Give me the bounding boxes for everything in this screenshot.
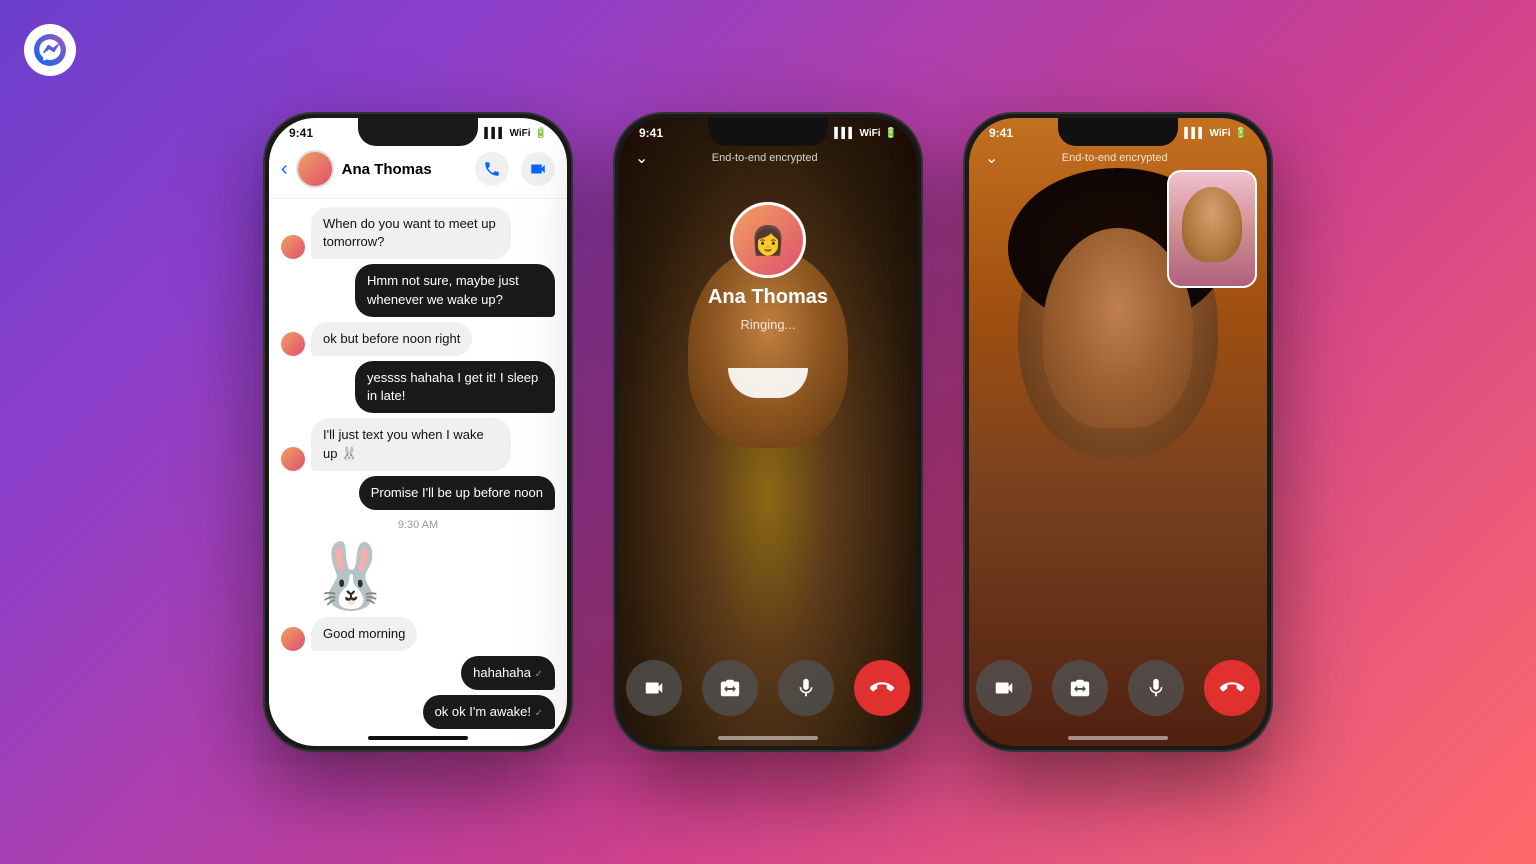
msg-row: Promise I'll be up before noon <box>281 476 555 510</box>
msg-bubble: yessss hahaha I get it! I sleep in late! <box>355 361 555 413</box>
time-active: 9:41 <box>989 126 1013 140</box>
msg-row: Hmm not sure, maybe just whenever we wak… <box>281 264 555 316</box>
avatar <box>281 447 305 471</box>
home-indicator <box>1068 736 1168 740</box>
sticker-container: 🐰 <box>281 540 555 612</box>
status-icons-chat: ▌▌▌ WiFi 🔋 <box>484 128 547 139</box>
call-header: ⌄ End-to-end encrypted <box>619 144 917 172</box>
time-call: 9:41 <box>639 126 663 140</box>
e2e-label-active: End-to-end encrypted <box>1006 152 1223 164</box>
call-controls <box>619 660 917 716</box>
msg-row: hahahaha ✓ <box>281 656 555 690</box>
msg-bubble: Promise I'll be up before noon <box>359 476 555 510</box>
e2e-label: End-to-end encrypted <box>656 152 873 164</box>
video-toggle-button[interactable] <box>626 660 682 716</box>
phones-container: 9:41 ▌▌▌ WiFi 🔋 ‹ Ana Thomas <box>0 0 1536 864</box>
time-chat: 9:41 <box>289 126 313 140</box>
msg-bubble: I'll just text you when I wake up 🐰 <box>311 418 511 470</box>
voice-call-button[interactable] <box>475 152 509 186</box>
avatar <box>281 627 305 651</box>
msg-bubble: Good morning <box>311 617 417 651</box>
back-button[interactable]: ‹ <box>281 158 288 181</box>
video-toggle-button-active[interactable] <box>976 660 1032 716</box>
msg-row: ok ok I'm awake! ✓ <box>281 695 555 729</box>
flip-camera-button[interactable] <box>702 660 758 716</box>
msg-row: Good morning <box>281 617 555 651</box>
sticker: 🐰 <box>311 544 391 608</box>
mute-button[interactable] <box>778 660 834 716</box>
msg-bubble: ok ok I'm awake! ✓ <box>423 695 555 729</box>
msg-bubble: Hmm not sure, maybe just whenever we wak… <box>355 264 555 316</box>
avatar <box>281 332 305 356</box>
msg-row: When do you want to meet up tomorrow? <box>281 207 555 259</box>
end-call-button[interactable] <box>854 660 910 716</box>
msg-bubble: When do you want to meet up tomorrow? <box>311 207 511 259</box>
video-call-button[interactable] <box>521 152 555 186</box>
notch <box>358 118 478 146</box>
home-indicator <box>368 736 468 740</box>
messenger-logo <box>24 24 76 76</box>
contact-avatar[interactable] <box>296 150 334 188</box>
chat-body: When do you want to meet up tomorrow? Hm… <box>269 199 567 746</box>
caller-name: Ana Thomas <box>708 286 828 309</box>
chat-action-buttons <box>475 152 555 186</box>
phone-chat: 9:41 ▌▌▌ WiFi 🔋 ‹ Ana Thomas <box>263 112 573 752</box>
end-call-button-active[interactable] <box>1204 660 1260 716</box>
status-bar-active: 9:41 ▌▌▌ WiFi 🔋 <box>969 118 1267 144</box>
msg-bubble: ok but before noon right <box>311 322 472 356</box>
status-bar-call: 9:41 ▌▌▌ WiFi 🔋 <box>619 118 917 144</box>
minimize-chevron[interactable]: ⌄ <box>635 148 648 168</box>
message-timestamp: 9:30 AM <box>281 519 555 531</box>
mute-button-active[interactable] <box>1128 660 1184 716</box>
caller-avatar: 👩 <box>730 202 806 278</box>
messages-list: When do you want to meet up tomorrow? Hm… <box>269 199 567 746</box>
status-icons-active: ▌▌▌ WiFi 🔋 <box>1184 128 1247 139</box>
phone-video-call: 9:41 ▌▌▌ WiFi 🔋 ⌄ End-to-end encrypted 👩… <box>613 112 923 752</box>
minimize-chevron-active[interactable]: ⌄ <box>985 148 998 168</box>
avatar <box>281 235 305 259</box>
phone-video-active: 9:41 ▌▌▌ WiFi 🔋 ⌄ End-to-end encrypted <box>963 112 1273 752</box>
msg-row: ok but before noon right <box>281 322 555 356</box>
call-header-active: ⌄ End-to-end encrypted <box>969 144 1267 172</box>
contact-name[interactable]: Ana Thomas <box>342 161 467 178</box>
msg-bubble: hahahaha ✓ <box>461 656 555 690</box>
msg-row: yessss hahaha I get it! I sleep in late! <box>281 361 555 413</box>
chat-header: ‹ Ana Thomas <box>269 144 567 199</box>
caller-info: 👩 Ana Thomas Ringing... <box>619 202 917 332</box>
flip-camera-button-active[interactable] <box>1052 660 1108 716</box>
call-controls-active <box>969 660 1267 716</box>
msg-row: I'll just text you when I wake up 🐰 <box>281 418 555 470</box>
caller-status: Ringing... <box>741 317 796 332</box>
home-indicator <box>718 736 818 740</box>
status-icons-call: ▌▌▌ WiFi 🔋 <box>834 128 897 139</box>
